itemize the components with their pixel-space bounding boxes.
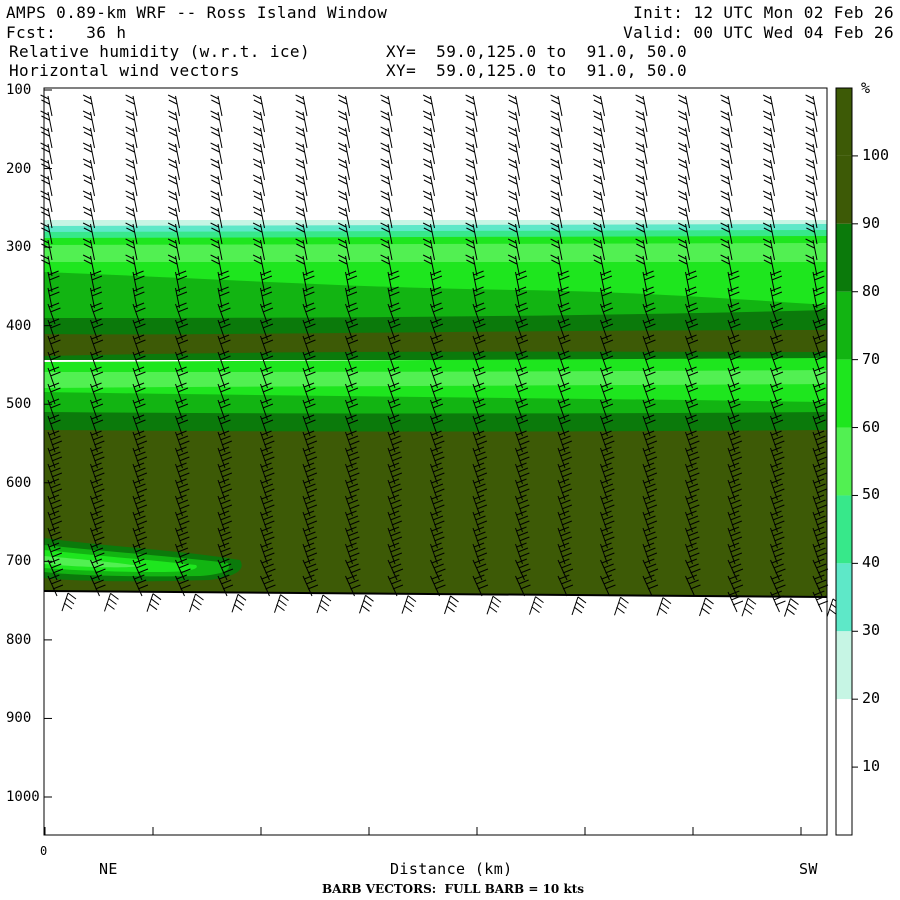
colorbar-segment bbox=[836, 88, 852, 156]
colorbar-label: 40 bbox=[862, 553, 881, 572]
y-tick-label: 300 bbox=[6, 239, 32, 256]
y-tick-label: 400 bbox=[6, 317, 32, 334]
colorbar-segment bbox=[836, 699, 852, 768]
colorbar-segment bbox=[836, 291, 852, 360]
colorbar-label: 30 bbox=[862, 621, 881, 640]
colorbar-label: 80 bbox=[862, 281, 881, 300]
x-left-end-label: NE bbox=[99, 860, 118, 878]
barb-legend: BARB VECTORS: FULL BARB = 10 kts bbox=[322, 882, 585, 896]
colorbar-segment bbox=[836, 359, 852, 428]
colorbar-segment bbox=[836, 427, 852, 496]
colorbar-label: 100 bbox=[862, 145, 890, 164]
rh-band-60-upper bbox=[44, 243, 827, 262]
colorbar-label: 90 bbox=[862, 213, 881, 232]
x-origin-label: 0 bbox=[40, 844, 48, 858]
colorbar-segment bbox=[836, 223, 852, 292]
x-axis-label: Distance (km) bbox=[390, 860, 513, 878]
colorbar-segment bbox=[836, 495, 852, 564]
y-tick-label: 900 bbox=[6, 710, 32, 727]
y-tick-label: 600 bbox=[6, 474, 32, 491]
y-tick-label: 200 bbox=[6, 160, 32, 177]
cross-section-plot bbox=[40, 87, 858, 836]
colorbar bbox=[835, 87, 858, 836]
colorbar-label: 70 bbox=[862, 349, 881, 368]
colorbar-label: 10 bbox=[862, 757, 881, 776]
y-tick-label: 100 bbox=[6, 82, 32, 98]
colorbar-label: 20 bbox=[862, 689, 881, 708]
y-tick-label: 700 bbox=[6, 553, 32, 570]
colorbar-segment bbox=[836, 767, 852, 835]
y-tick-label: 500 bbox=[6, 396, 32, 413]
colorbar-segment bbox=[836, 631, 852, 700]
y-tick-label: 800 bbox=[6, 631, 32, 648]
colorbar-segment bbox=[836, 563, 852, 632]
colorbar-label: 60 bbox=[862, 417, 881, 436]
terrain-mask bbox=[44, 591, 827, 835]
colorbar-unit: % bbox=[861, 79, 871, 97]
y-tick-label: 1000 bbox=[6, 789, 40, 805]
colorbar-segment bbox=[836, 155, 852, 224]
colorbar-label: 50 bbox=[862, 485, 881, 504]
x-right-end-label: SW bbox=[799, 860, 818, 878]
